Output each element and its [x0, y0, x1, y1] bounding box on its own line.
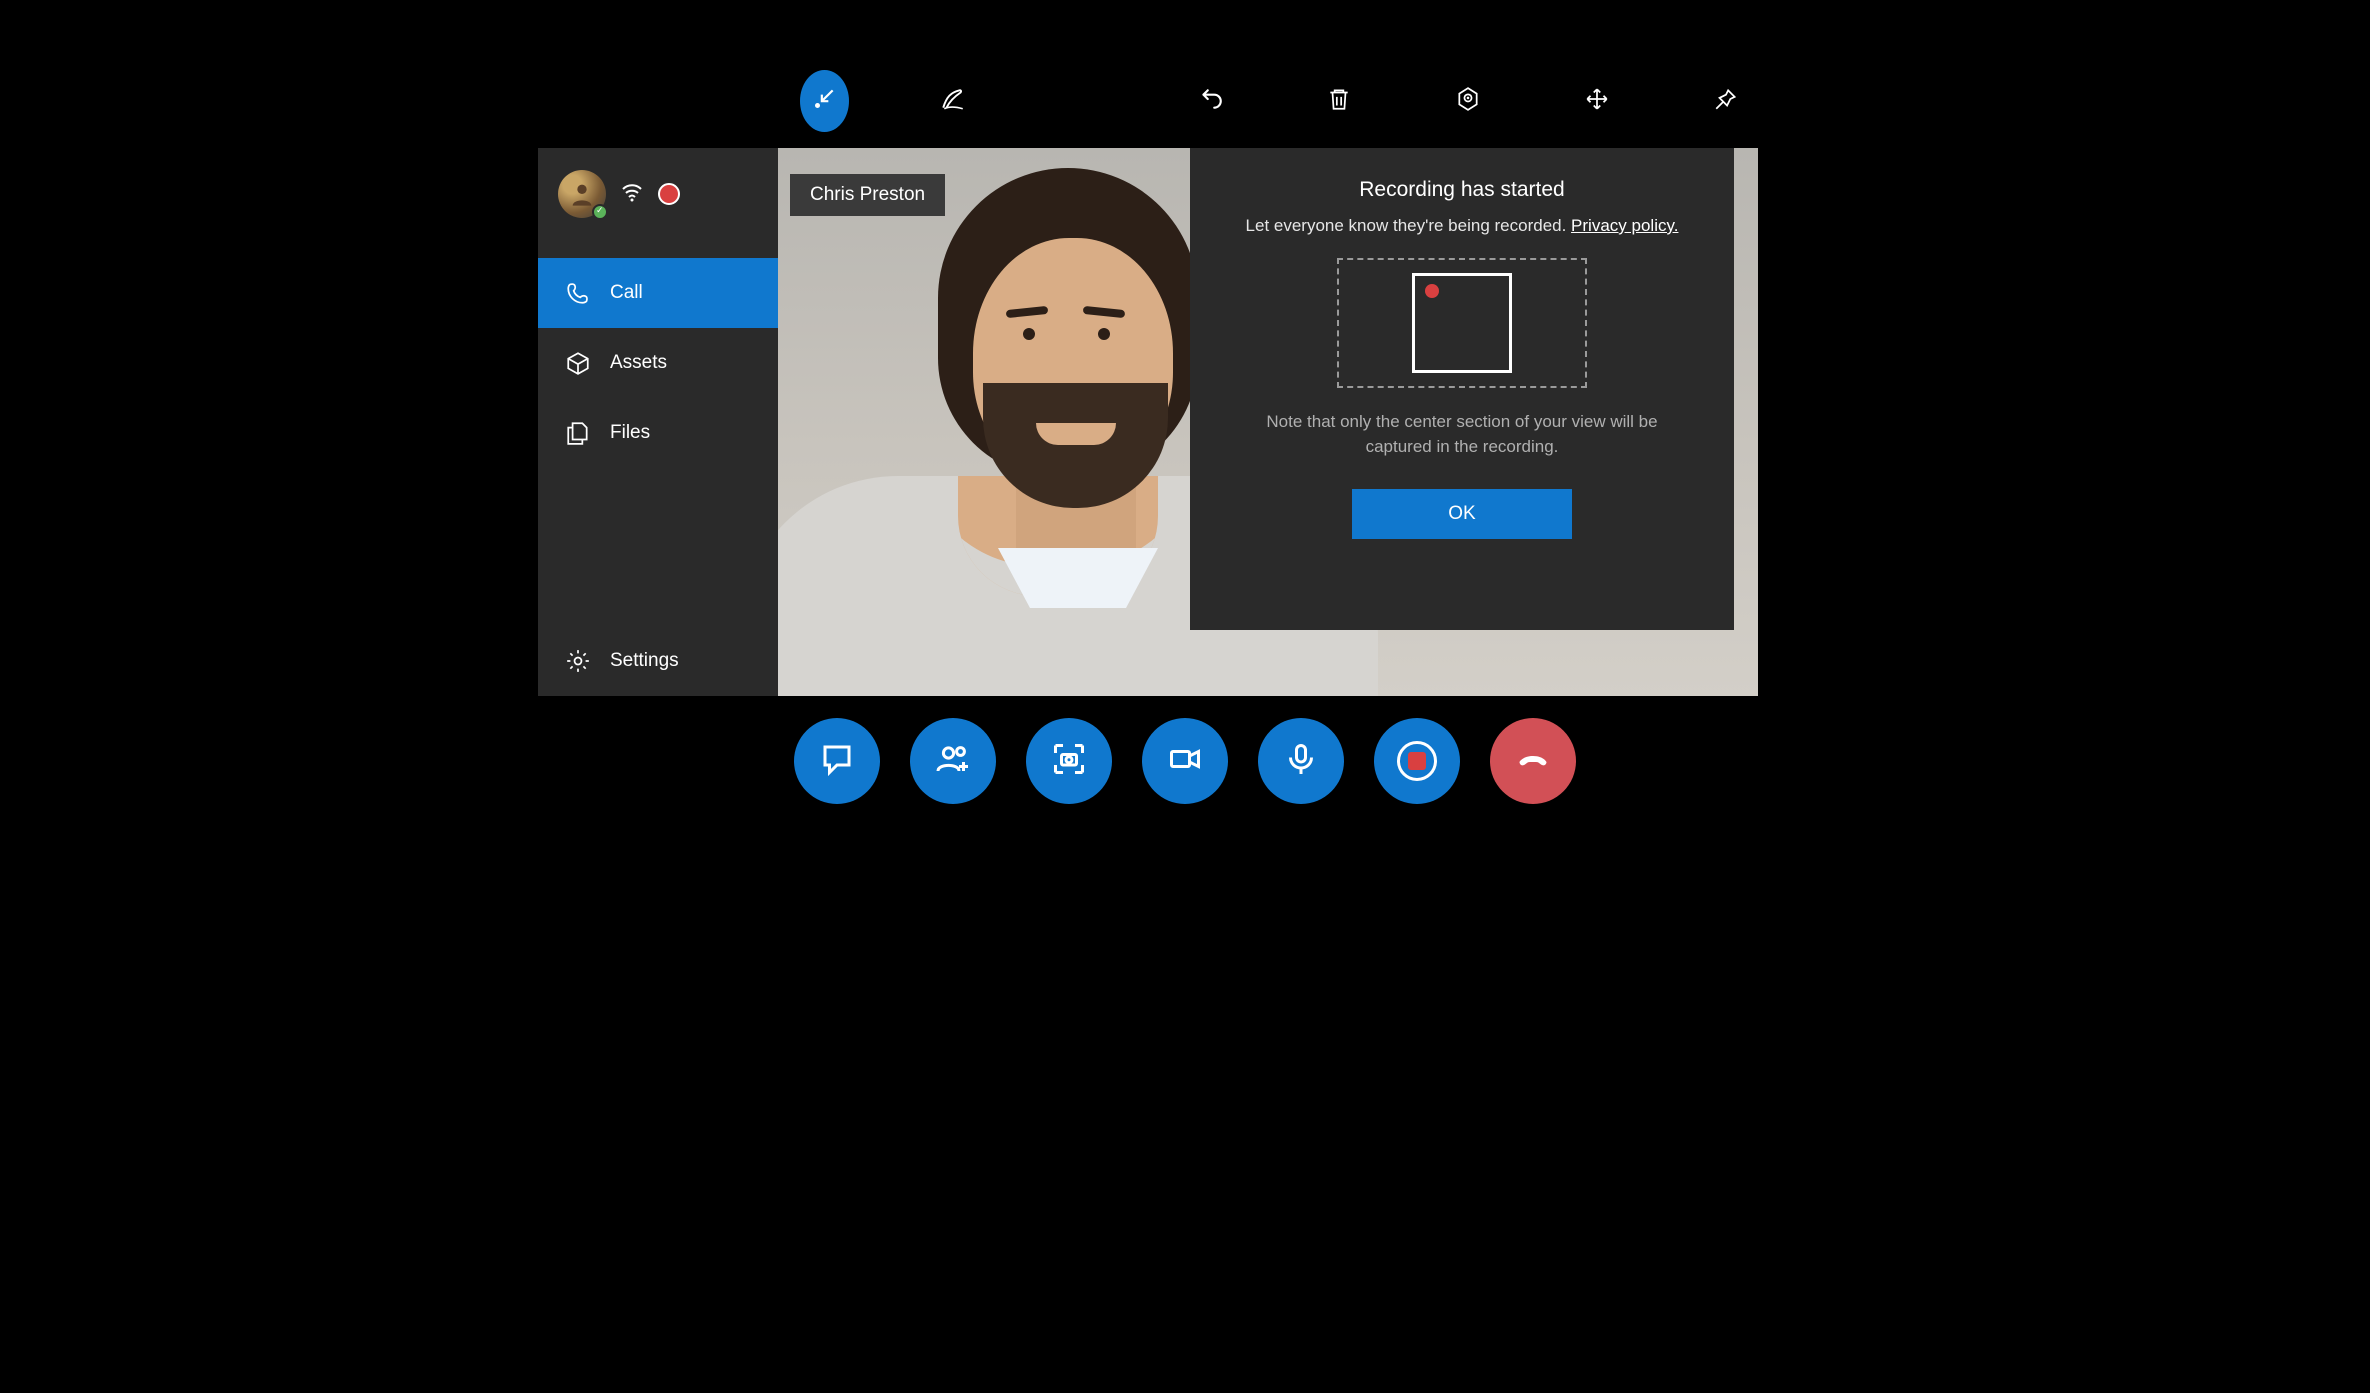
dialog-subtitle: Let everyone know they're being recorded…	[1246, 216, 1679, 236]
sidebar-item-files[interactable]: Files	[538, 398, 778, 468]
record-dot-icon	[1425, 284, 1439, 298]
gear-icon	[564, 648, 592, 674]
sidebar-item-settings[interactable]: Settings	[538, 626, 778, 696]
move-button[interactable]	[1573, 70, 1622, 132]
presence-available-icon	[592, 204, 608, 220]
top-toolbar	[770, 70, 1750, 132]
move-icon	[1584, 86, 1610, 117]
end-call-button[interactable]	[1490, 718, 1576, 804]
location-icon	[1455, 86, 1481, 117]
record-icon	[1397, 741, 1437, 781]
avatar[interactable]	[558, 170, 606, 218]
capture-area-diagram	[1337, 258, 1587, 388]
box-icon	[564, 350, 592, 376]
pin-icon	[1713, 86, 1739, 117]
video-icon	[1167, 741, 1203, 782]
sidebar-item-label: Settings	[610, 650, 679, 672]
call-toolbar	[470, 718, 1900, 804]
chat-button[interactable]	[794, 718, 880, 804]
sidebar-item-call[interactable]: Call	[538, 258, 778, 328]
minimize-icon	[811, 86, 837, 117]
phone-icon	[564, 280, 592, 306]
recording-indicator-icon	[658, 183, 680, 205]
sidebar: Call Assets Files Settings	[538, 148, 778, 696]
undo-icon	[1198, 86, 1224, 117]
files-icon	[564, 420, 592, 446]
mic-button[interactable]	[1258, 718, 1344, 804]
delete-icon	[1326, 86, 1352, 117]
dialog-subtitle-text: Let everyone know they're being recorded…	[1246, 216, 1572, 235]
ok-button[interactable]: OK	[1352, 489, 1572, 539]
sidebar-nav: Call Assets Files Settings	[538, 258, 778, 696]
ink-icon	[940, 86, 966, 117]
participant-name-badge: Chris Preston	[790, 174, 945, 216]
sidebar-item-assets[interactable]: Assets	[538, 328, 778, 398]
undo-button[interactable]	[1186, 70, 1235, 132]
sidebar-item-label: Call	[610, 282, 643, 304]
sidebar-header	[538, 148, 778, 258]
people-add-icon	[935, 741, 971, 782]
app-window: Call Assets Files Settings	[470, 0, 1900, 830]
camera-capture-icon	[1051, 741, 1087, 782]
capture-button[interactable]	[1026, 718, 1112, 804]
video-button[interactable]	[1142, 718, 1228, 804]
capture-center-frame	[1412, 273, 1512, 373]
hangup-icon	[1515, 741, 1551, 782]
dialog-note: Note that only the center section of you…	[1252, 410, 1672, 459]
stop-record-button[interactable]	[1058, 70, 1107, 132]
minimize-button[interactable]	[800, 70, 849, 132]
mic-icon	[1283, 741, 1319, 782]
ink-button[interactable]	[929, 70, 978, 132]
participant-name: Chris Preston	[810, 184, 925, 205]
location-button[interactable]	[1444, 70, 1493, 132]
sidebar-item-label: Assets	[610, 352, 667, 374]
pin-button[interactable]	[1701, 70, 1750, 132]
dialog-title: Recording has started	[1359, 178, 1564, 202]
sidebar-item-label: Files	[610, 422, 650, 444]
wifi-icon	[620, 180, 644, 209]
chat-icon	[819, 741, 855, 782]
delete-button[interactable]	[1315, 70, 1364, 132]
recording-dialog: Recording has started Let everyone know …	[1190, 148, 1734, 630]
record-button[interactable]	[1374, 718, 1460, 804]
add-people-button[interactable]	[910, 718, 996, 804]
privacy-policy-link[interactable]: Privacy policy.	[1571, 216, 1678, 235]
